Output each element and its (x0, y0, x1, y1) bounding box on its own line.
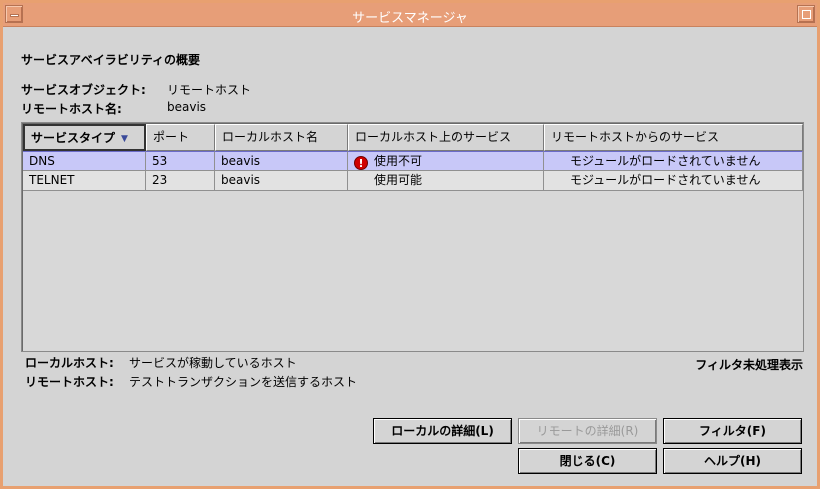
filter-button[interactable]: フィルタ(F) (663, 418, 802, 444)
legend-remote-host: リモートホスト: テストトランザクションを送信するホスト (25, 373, 357, 390)
cell-remote-service: モジュールがロードされていません (544, 171, 803, 191)
cell-local-host: beavis (215, 151, 348, 171)
column-header-local-service[interactable]: ローカルホスト上のサービス (348, 124, 544, 151)
column-label: サービスタイプ (31, 131, 116, 145)
cell-local-host: beavis (215, 171, 348, 191)
local-service-status: 使用可能 (374, 173, 423, 187)
close-button[interactable]: 閉じる(C) (518, 448, 657, 474)
sort-descending-icon: ▼ (121, 134, 128, 144)
column-header-local-host[interactable]: ローカルホスト名 (215, 124, 348, 151)
cell-service-type: TELNET (23, 171, 146, 191)
remote-details-button[interactable]: リモートの詳細(R) (518, 418, 657, 444)
legend-remote-text: テストトランザクションを送信するホスト (129, 375, 358, 389)
table-header: サービスタイプ ▼ ポート ローカルホスト名 ローカルホスト上のサービス リモート… (23, 124, 803, 151)
local-service-status: 使用不可 (374, 154, 423, 168)
cell-local-service: 使用可能 (348, 171, 544, 191)
cell-service-type: DNS (23, 151, 146, 171)
maximize-button[interactable] (797, 5, 815, 23)
table-row[interactable]: DNS 53 beavis ! 使用不可 モジュールがロードされていません (23, 151, 803, 171)
remote-host-name-row: リモートホスト名: beavis (21, 100, 206, 117)
column-header-port[interactable]: ポート (146, 124, 215, 151)
cell-remote-service: モジュールがロードされていません (544, 151, 803, 171)
service-object-row: サービスオブジェクト: リモートホスト (21, 81, 251, 98)
service-object-label: サービスオブジェクト: (21, 83, 146, 97)
dialog-content: サービスアベイラビリティの概要 サービスオブジェクト: リモートホスト リモート… (3, 27, 817, 486)
error-icon: ! (354, 156, 368, 170)
remote-host-name-label: リモートホスト名: (21, 102, 122, 116)
cell-port: 23 (146, 171, 215, 191)
service-object-value: リモートホスト (167, 83, 252, 97)
window-title: サービスマネージャ (352, 11, 468, 26)
cell-port: 53 (146, 151, 215, 171)
local-details-button[interactable]: ローカルの詳細(L) (373, 418, 512, 444)
table-row[interactable]: TELNET 23 beavis 使用可能 モジュールがロードされていません (23, 171, 803, 191)
maximize-icon (802, 10, 811, 19)
service-table[interactable]: サービスタイプ ▼ ポート ローカルホスト名 ローカルホスト上のサービス リモート… (21, 122, 804, 352)
legend-remote-label: リモートホスト: (25, 375, 114, 389)
legend-local-label: ローカルホスト: (25, 356, 114, 370)
help-button[interactable]: ヘルプ(H) (663, 448, 802, 474)
legend-local-text: サービスが稼動しているホスト (129, 356, 297, 370)
column-header-remote-service[interactable]: リモートホストからのサービス (544, 124, 803, 151)
table-body: DNS 53 beavis ! 使用不可 モジュールがロードされていません TEL… (23, 151, 803, 191)
service-manager-window: サービスマネージャ サービスアベイラビリティの概要 サービスオブジェクト: リモ… (0, 0, 820, 489)
remote-host-name-value: beavis (167, 100, 207, 114)
column-header-service-type[interactable]: サービスタイプ ▼ (23, 124, 146, 151)
cell-local-service: ! 使用不可 (348, 151, 544, 171)
section-heading: サービスアベイラビリティの概要 (21, 53, 201, 67)
title-bar[interactable]: サービスマネージャ (3, 3, 817, 27)
filter-status-label: フィルタ未処理表示 (695, 358, 803, 372)
legend-local-host: ローカルホスト: サービスが稼動しているホスト (25, 354, 297, 371)
